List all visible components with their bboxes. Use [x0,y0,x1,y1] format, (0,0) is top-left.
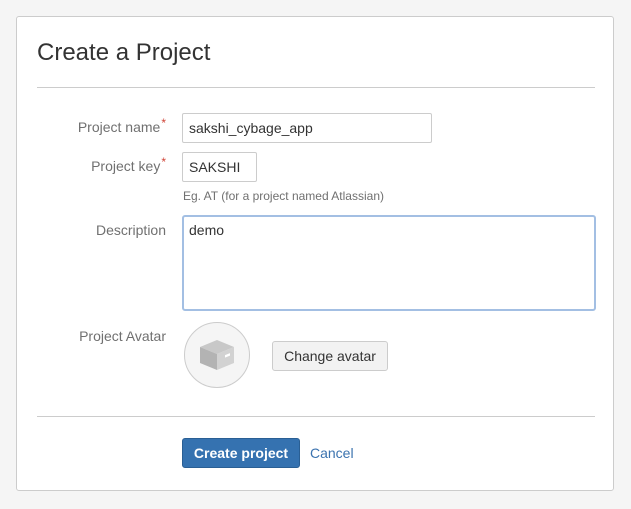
required-marker: * [161,155,166,169]
dialog-title: Create a Project [37,39,211,66]
create-project-dialog: Create a Project Project name* Project k… [16,16,614,491]
project-avatar[interactable] [184,322,250,388]
box-icon [200,340,234,370]
header-divider [37,87,595,88]
project-name-input[interactable] [182,113,432,143]
change-avatar-button[interactable]: Change avatar [272,341,388,371]
description-label: Description [96,222,166,238]
required-marker: * [161,116,166,130]
description-label-text: Description [95,222,166,238]
project-key-hint: Eg. AT (for a project named Atlassian) [183,189,384,203]
footer-divider [37,416,595,417]
description-textarea[interactable]: demo [182,215,596,311]
project-key-input[interactable] [182,152,257,182]
cancel-link[interactable]: Cancel [310,445,354,461]
project-name-label-text: Project name [77,119,161,135]
project-name-label: Project name* [77,116,166,135]
project-avatar-label: Project Avatar [79,328,166,344]
project-key-label-text: Project key [91,158,161,174]
create-project-button[interactable]: Create project [182,438,300,468]
project-key-label: Project key* [91,155,166,174]
project-avatar-label-text: Project Avatar [79,328,166,344]
